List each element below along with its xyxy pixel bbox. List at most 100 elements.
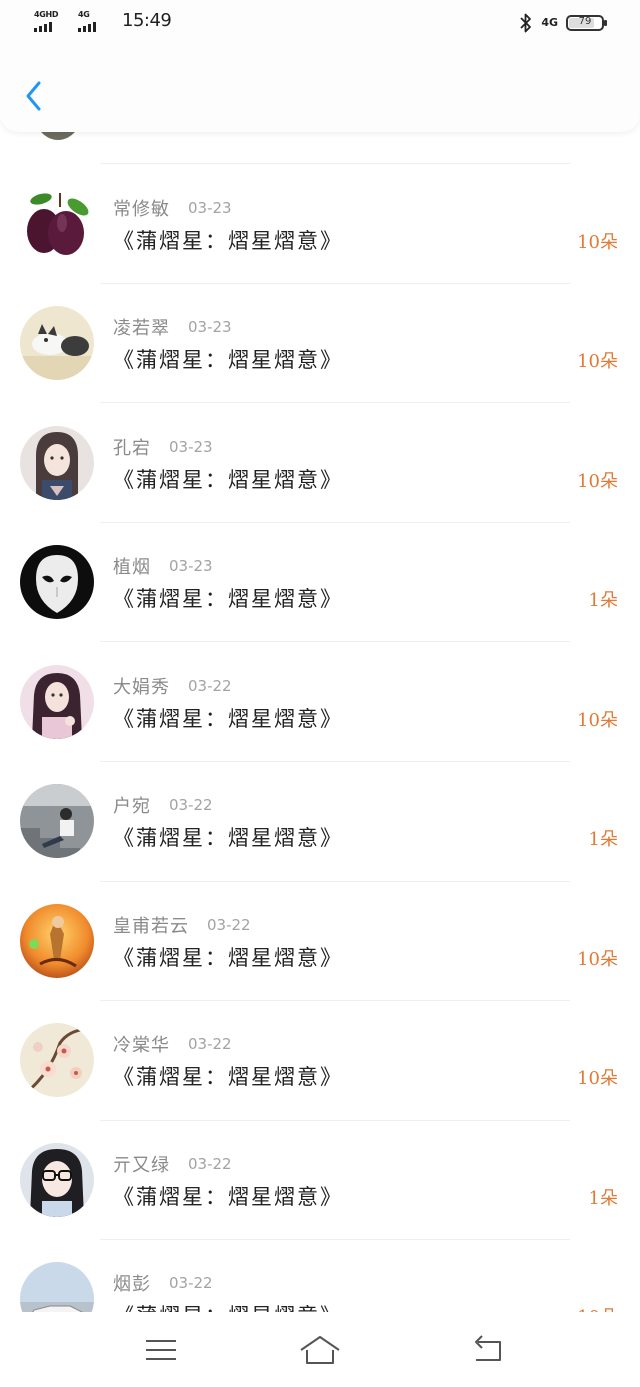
gift-date: 03-22 [188,677,232,695]
work-title: 《蒲熠星：熠星熠意》 [113,468,343,492]
signal-4ghd-icon: 4GHD [34,10,68,32]
list-item[interactable]: 亓又绿 03-22 《蒲熠星：熠星熠意》 1朵 [0,1120,640,1239]
girl-photo-avatar-image [20,665,94,739]
partial-avatar [32,132,84,140]
fantasy-art-avatar-image [20,904,94,978]
gift-date: 03-22 [169,796,213,814]
gift-date: 03-22 [207,916,251,934]
avatar[interactable] [20,665,94,739]
avatar[interactable] [20,426,94,500]
user-name: 户宛 [113,796,151,817]
system-navigation-bar [0,1312,640,1387]
list-item[interactable]: 孔宕 03-23 《蒲熠星：熠星熠意》 10朵 [0,403,640,522]
gift-date: 03-23 [188,199,232,217]
item-meta: 户宛 03-22 [113,794,213,817]
gift-amount: 10朵 [577,1303,618,1312]
user-name: 孔宕 [113,438,151,459]
item-meta: 冷棠华 03-22 [113,1033,232,1056]
gift-amount: 10朵 [577,471,618,492]
gift-amount: 10朵 [577,949,618,970]
user-name: 皇甫若云 [113,916,189,937]
network-4g-label: 4G [541,16,558,29]
list-item[interactable]: 植烟 03-23 《蒲熠星：熠星熠意》 1朵 [0,522,640,641]
item-meta: 孔宕 03-23 [113,436,213,459]
user-name: 大娟秀 [113,677,170,698]
cat-avatar-image [20,306,94,380]
chevron-left-icon[interactable] [20,78,50,114]
item-meta: 烟彭 03-22 [113,1272,213,1295]
user-name: 亓又绿 [113,1155,170,1176]
item-meta: 大娟秀 03-22 [113,675,232,698]
bluetooth-icon [520,13,532,33]
work-title: 《蒲熠星：熠星熠意》 [113,587,343,611]
list-item[interactable]: 烟彭 03-22 《蒲熠星：熠星熠意》 10朵 [0,1239,640,1312]
network-type-1: 4GHD [34,10,59,19]
gift-record-list[interactable]: 常修敏 03-23 《蒲熠星：熠星熠意》 10朵 凌若翠 03-23 《蒲熠星：… [0,132,640,1312]
gift-date: 03-23 [169,557,213,575]
avatar[interactable] [20,1143,94,1217]
work-title: 《蒲熠星：熠星熠意》 [113,1065,343,1089]
list-item[interactable]: 大娟秀 03-22 《蒲熠星：熠星熠意》 10朵 [0,642,640,761]
plum-avatar-image [20,187,94,261]
user-name: 冷棠华 [113,1035,170,1056]
gift-date: 03-23 [188,318,232,336]
status-time: 15:49 [122,10,172,31]
list-item[interactable]: 冷棠华 03-22 《蒲熠星：熠星熠意》 10朵 [0,1000,640,1119]
item-meta: 植烟 03-23 [113,555,213,578]
work-title: 《蒲熠星：熠星熠意》 [113,348,343,372]
status-right: 4G 79 [519,12,607,34]
illustrated-girl-avatar-image [20,426,94,500]
avatar[interactable] [20,187,94,261]
user-name: 凌若翠 [113,318,170,339]
item-meta: 凌若翠 03-23 [113,316,232,339]
work-title: 《蒲熠星：熠星熠意》 [113,1185,343,1209]
work-title: 《蒲熠星：熠星熠意》 [113,707,343,731]
item-meta: 皇甫若云 03-22 [113,914,251,937]
gift-amount: 10朵 [577,232,618,253]
status-bar: 4GHD 4G 15:49 4G 79 [0,0,640,44]
list-item[interactable]: 凌若翠 03-23 《蒲熠星：熠星熠意》 10朵 [0,283,640,402]
item-meta: 常修敏 03-23 [113,197,232,220]
mask-avatar-image [20,545,94,619]
list-item[interactable]: 皇甫若云 03-22 《蒲熠星：熠星熠意》 10朵 [0,881,640,1000]
back-arrow-icon[interactable] [466,1330,510,1370]
user-name: 植烟 [113,557,151,578]
work-title: 《蒲熠星：熠星熠意》 [113,229,343,253]
work-title: 《蒲熠星：熠星熠意》 [113,1300,343,1312]
gift-amount: 10朵 [577,1068,618,1089]
network-type-2: 4G [78,10,90,19]
battery-level: 79 [578,16,592,27]
gift-amount: 10朵 [577,710,618,731]
avatar[interactable] [20,904,94,978]
home-icon[interactable] [298,1330,342,1370]
user-name: 常修敏 [113,199,170,220]
header [0,44,640,132]
signal-4g-icon: 4G [78,10,112,32]
avatar[interactable] [20,784,94,858]
avatar[interactable] [20,545,94,619]
list-item[interactable]: 户宛 03-22 《蒲熠星：熠星熠意》 1朵 [0,761,640,880]
status-left: 4GHD 4G 15:49 [34,10,172,32]
gift-amount: 1朵 [588,1188,618,1209]
list-item[interactable]: 常修敏 03-23 《蒲熠星：熠星熠意》 10朵 [0,164,640,283]
item-meta: 亓又绿 03-22 [113,1153,232,1176]
avatar[interactable] [20,306,94,380]
avatar[interactable] [20,1262,94,1312]
avatar[interactable] [20,1023,94,1097]
gift-date: 03-22 [188,1035,232,1053]
work-title: 《蒲熠星：熠星熠意》 [113,826,343,850]
gift-amount: 1朵 [588,590,618,611]
boy-stairs-avatar-image [20,784,94,858]
user-name: 烟彭 [113,1274,151,1295]
work-title: 《蒲熠星：熠星熠意》 [113,946,343,970]
gift-date: 03-23 [169,438,213,456]
gift-amount: 1朵 [588,829,618,850]
gift-amount: 10朵 [577,351,618,372]
gift-date: 03-22 [188,1155,232,1173]
battery-icon: 79 [566,15,607,31]
gift-date: 03-22 [169,1274,213,1292]
menu-icon[interactable] [139,1330,183,1370]
car-avatar-image [20,1262,94,1312]
glasses-girl-avatar-image [20,1143,94,1217]
blossom-painting-avatar-image [20,1023,94,1097]
